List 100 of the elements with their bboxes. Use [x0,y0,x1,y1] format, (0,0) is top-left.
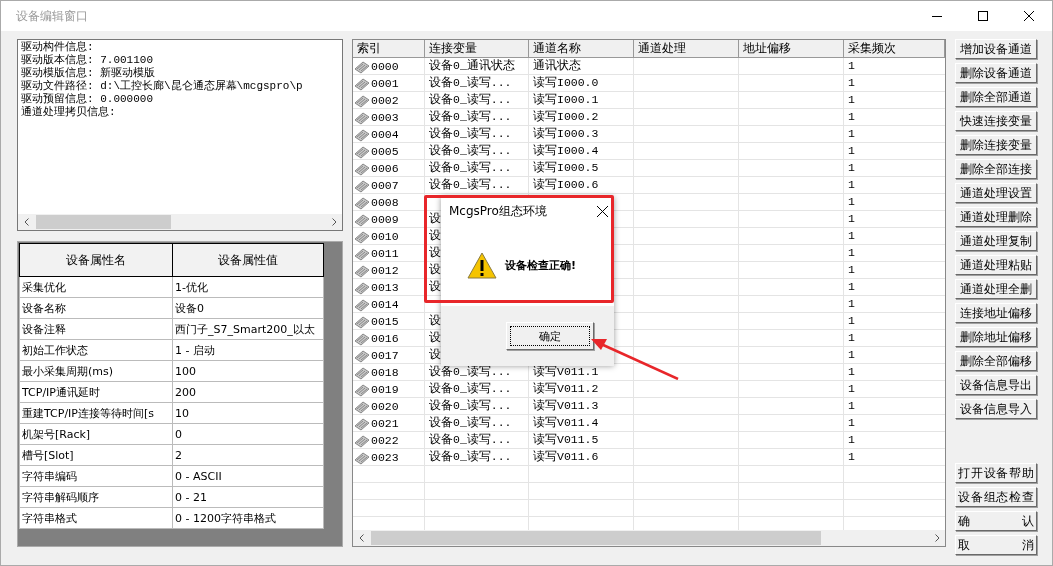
table-cell: 1 [848,297,855,310]
property-value[interactable]: 西门子_S7_Smart200_以太 [172,318,324,340]
action-button[interactable]: 确 认 [955,511,1037,531]
table-cell: 1 [848,93,855,106]
table-cell: 设备0_读写... [429,161,512,174]
minimize-icon[interactable] [932,15,942,17]
chip-icon [354,212,370,227]
table-cell: 1 [848,229,855,242]
side-button[interactable]: 设备信息导入 [955,399,1037,419]
table-cell: 1 [848,59,855,72]
property-value[interactable]: 100 [172,360,324,382]
property-name: 重建TCP/IP连接等待时间[s [19,402,173,424]
table-cell: 通讯状态 [533,59,581,72]
table-cell: 1 [848,127,855,140]
info-line: 通道处理拷贝信息: [21,106,117,119]
table-cell: 0005 [371,143,399,160]
table-cell: 1 [848,433,855,446]
property-name: 最小采集周期(ms) [19,360,173,382]
chip-icon [354,314,370,329]
action-button[interactable]: 打开设备帮助 [955,463,1037,483]
column-header[interactable]: 连接变量 [425,40,529,58]
property-value[interactable]: 200 [172,381,324,403]
table-cell: 设备0_读写... [429,144,512,157]
property-name: 设备名称 [19,297,173,319]
close-icon[interactable] [1024,11,1034,21]
action-button[interactable]: 设备组态检查 [955,487,1037,507]
property-value[interactable]: 0 [172,423,324,445]
table-cell: 读写V011.1 [533,365,599,378]
property-name: 机架号[Rack] [19,423,173,445]
table-cell: 1 [848,450,855,463]
property-name: 字符串解码顺序 [19,486,173,508]
side-button[interactable]: 通道处理复制 [955,231,1037,251]
column-header[interactable]: 地址偏移 [739,40,844,58]
table-cell: 0018 [371,364,399,381]
column-header[interactable]: 采集频次 [844,40,945,58]
side-button[interactable]: 增加设备通道 [955,39,1037,59]
driver-info-box[interactable]: 驱动构件信息: 驱动版本信息: 7.001100 驱动模版信息: 新驱动模版 驱动文件路径: d:\工控长廊\昆仑通态屏幕\mcgspro\p 驱动预留信息: 0.000000 通道处理拷贝信息: [17,39,343,231]
column-header[interactable]: 通道名称 [529,40,634,58]
side-button[interactable]: 删除连接变量 [955,135,1037,155]
ok-button[interactable]: 确定 [506,322,594,350]
table-cell: 0001 [371,75,399,92]
table-cell: 读写I000.6 [533,178,599,191]
table-cell: 读写V011.6 [533,450,599,463]
table-cell: 0023 [371,449,399,466]
table-cell: 0019 [371,381,399,398]
side-button[interactable]: 设备信息导出 [955,375,1037,395]
chip-icon [354,144,370,159]
chip-icon [354,246,370,261]
side-button[interactable]: 删除地址偏移 [955,327,1037,347]
column-header[interactable]: 通道处理 [634,40,739,58]
property-value[interactable]: 2 [172,444,324,466]
property-value[interactable]: 1-优化 [172,276,324,298]
table-cell: 0010 [371,228,399,245]
property-value[interactable]: 0 - 1200字符串格式 [172,507,324,529]
table-cell: 设备0_读写... [429,93,512,106]
side-button[interactable]: 通道处理全删 [955,279,1037,299]
table-cell: 0012 [371,262,399,279]
table-cell: 设 [429,280,441,293]
action-button[interactable]: 取 消 [955,535,1037,555]
maximize-icon[interactable] [978,11,988,21]
side-button[interactable]: 删除全部偏移 [955,351,1037,371]
column-header[interactable]: 索引 [353,40,425,58]
property-name: 采集优化 [19,276,173,298]
property-value[interactable]: 设备0 [172,297,324,319]
table-cell: 1 [848,382,855,395]
chip-icon [354,178,370,193]
table-cell: 0022 [371,432,399,449]
property-value[interactable]: 10 [172,402,324,424]
property-value[interactable]: 0 - 21 [172,486,324,508]
side-button[interactable]: 通道处理删除 [955,207,1037,227]
scrollbar-thumb[interactable] [36,215,171,229]
table-cell: 设备0_读写... [429,178,512,191]
scroll-right-icon[interactable] [331,218,337,226]
table-cell: 设备0_读写... [429,382,512,395]
chip-icon [354,331,370,346]
side-button[interactable]: 通道处理粘贴 [955,255,1037,275]
table-cell: 设备0_读写... [429,450,512,463]
warning-icon [467,252,497,279]
table-cell: 1 [848,416,855,429]
table-cell: 设备0_读写... [429,110,512,123]
table-cell: 0004 [371,126,399,143]
side-button[interactable]: 连接地址偏移 [955,303,1037,323]
property-value[interactable]: 1 - 启动 [172,339,324,361]
scroll-right-icon[interactable] [934,534,940,542]
side-button[interactable]: 删除全部通道 [955,87,1037,107]
side-button[interactable]: 通道处理设置 [955,183,1037,203]
side-button[interactable]: 删除全部连接 [955,159,1037,179]
table-cell: 1 [848,331,855,344]
table-cell: 设备0_读写... [429,399,512,412]
property-value[interactable]: 0 - ASCII [172,465,324,487]
scroll-left-icon[interactable] [358,534,364,542]
scrollbar-thumb[interactable] [371,531,821,545]
side-button[interactable]: 删除设备通道 [955,63,1037,83]
scroll-left-icon[interactable] [23,218,29,226]
property-name: 字符串格式 [19,507,173,529]
table-cell: 读写I000.1 [533,93,599,106]
chip-icon [354,161,370,176]
close-icon[interactable] [597,205,608,217]
table-cell: 设 [429,229,441,242]
side-button[interactable]: 快速连接变量 [955,111,1037,131]
